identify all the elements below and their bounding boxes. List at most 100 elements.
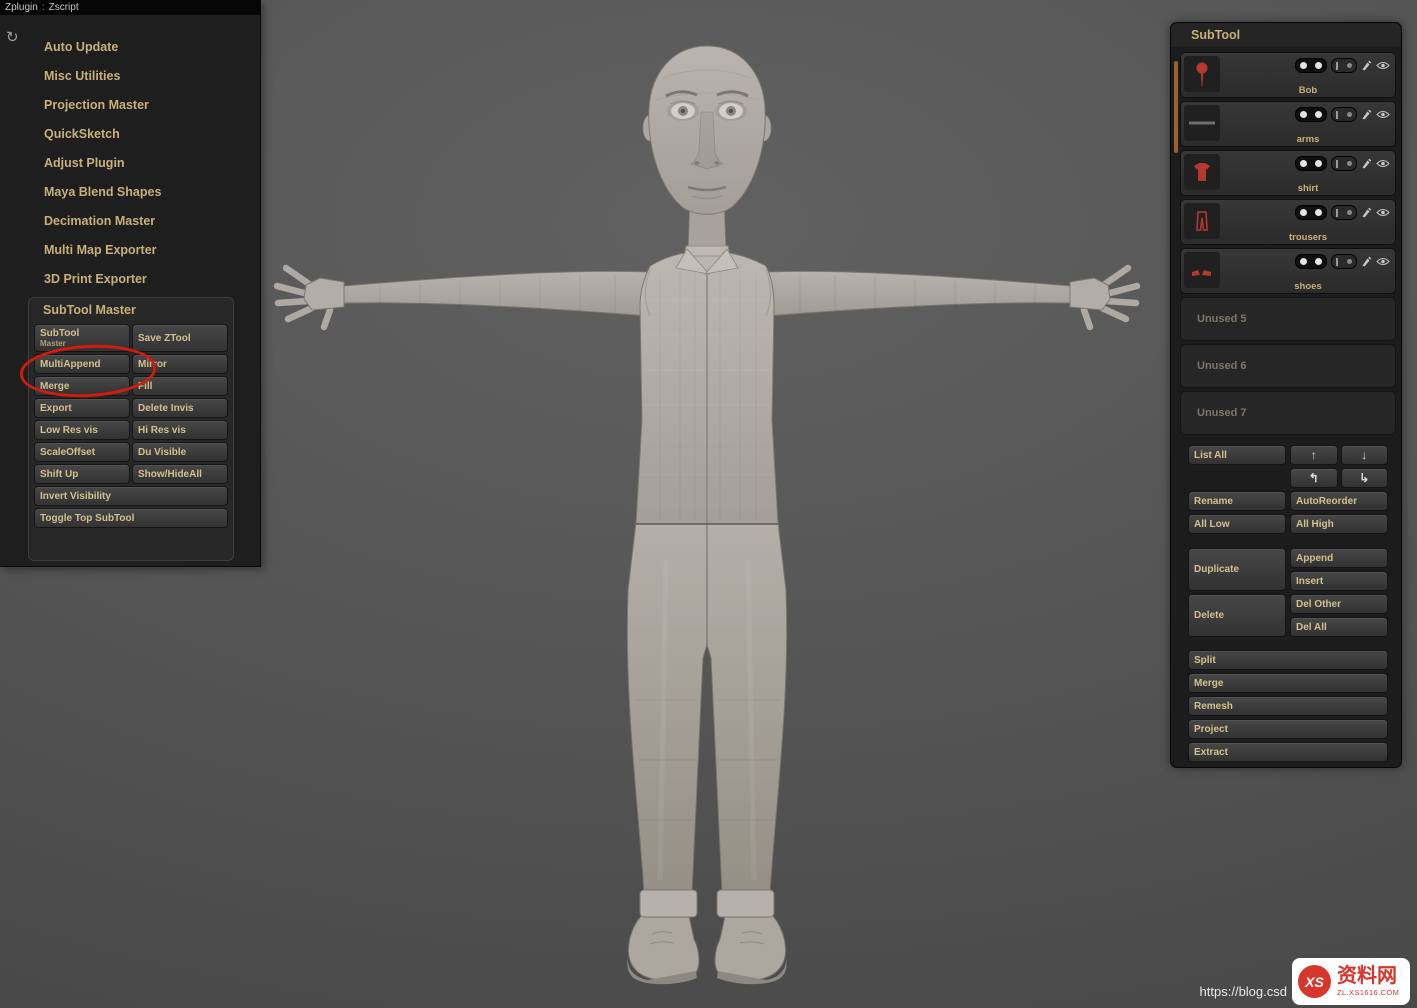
model-right-cuff <box>717 890 774 917</box>
uv-toggle[interactable] <box>1331 107 1357 122</box>
all-low-button[interactable]: All Low <box>1188 514 1286 534</box>
remesh-button[interactable]: Remesh <box>1188 696 1388 716</box>
eye-icon[interactable] <box>1376 159 1390 168</box>
subtool-palette: SubTool <box>1170 22 1402 768</box>
menu-item-3d-print-exporter[interactable]: 3D Print Exporter <box>0 265 260 294</box>
show-hide-all-button[interactable]: Show/HideAll <box>132 464 228 484</box>
polypaint-toggle[interactable] <box>1295 107 1327 122</box>
subtool-master-button[interactable]: SubTool Master <box>34 324 130 352</box>
multiappend-button[interactable]: MultiAppend <box>34 354 130 374</box>
subtool-palette-title[interactable]: SubTool <box>1171 23 1401 47</box>
del-other-button[interactable]: Del Other <box>1290 594 1388 614</box>
subtool-name: trousers <box>1221 232 1395 243</box>
invert-visibility-button[interactable]: Invert Visibility <box>34 486 228 506</box>
paint-icon[interactable] <box>1361 158 1372 169</box>
subtool-item-shoes[interactable]: shoes <box>1180 248 1396 294</box>
subtool-item-unused-6[interactable]: Unused 6 <box>1180 344 1396 388</box>
subtool-thumbnail <box>1184 154 1220 190</box>
move-bottom-button[interactable]: ↳ <box>1341 468 1389 488</box>
polypaint-toggle[interactable] <box>1295 156 1327 171</box>
pin-icon <box>1190 61 1214 87</box>
subtool-name: Bob <box>1221 85 1395 96</box>
del-all-button[interactable]: Del All <box>1290 617 1388 637</box>
menu-item-auto-update[interactable]: Auto Update <box>0 33 260 62</box>
menu-item-decimation-master[interactable]: Decimation Master <box>0 207 260 236</box>
model-right-shoe <box>715 916 787 984</box>
move-down-button[interactable]: ↓ <box>1341 445 1389 465</box>
paint-icon[interactable] <box>1361 207 1372 218</box>
merge-section-button[interactable]: Merge <box>1188 673 1388 693</box>
list-all-button[interactable]: List All <box>1188 445 1286 465</box>
rename-button[interactable]: Rename <box>1188 491 1286 511</box>
logo-domain: ZL.XS1616.COM <box>1337 989 1399 997</box>
du-visible-button[interactable]: Du Visible <box>132 442 228 462</box>
paint-icon[interactable] <box>1361 60 1372 71</box>
menu-item-subtool-master[interactable]: SubTool Master <box>29 298 233 322</box>
uv-toggle[interactable] <box>1331 205 1357 220</box>
subtool-controls <box>1295 107 1390 122</box>
uv-toggle[interactable] <box>1331 58 1357 73</box>
menu-item-projection-master[interactable]: Projection Master <box>0 91 260 120</box>
character-model <box>277 46 1137 984</box>
model-trousers <box>627 522 786 892</box>
merge-button[interactable]: Merge <box>34 376 130 396</box>
delete-invis-button[interactable]: Delete Invis <box>132 398 228 418</box>
shirt-icon <box>1190 160 1214 184</box>
paint-icon[interactable] <box>1361 109 1372 120</box>
menu-zplugin[interactable]: Zplugin <box>5 2 38 13</box>
menu-item-maya-blend-shapes[interactable]: Maya Blend Shapes <box>0 178 260 207</box>
project-button[interactable]: Project <box>1188 719 1388 739</box>
subtool-item-unused-7[interactable]: Unused 7 <box>1180 391 1396 435</box>
polypaint-toggle[interactable] <box>1295 205 1327 220</box>
append-button[interactable]: Append <box>1290 548 1388 568</box>
menu-item-misc-utilities[interactable]: Misc Utilities <box>0 62 260 91</box>
export-button[interactable]: Export <box>34 398 130 418</box>
paint-icon[interactable] <box>1361 256 1372 267</box>
shift-up-button[interactable]: Shift Up <box>34 464 130 484</box>
save-ztool-button[interactable]: Save ZTool <box>132 324 228 352</box>
move-top-button[interactable]: ↰ <box>1290 468 1338 488</box>
insert-button[interactable]: Insert <box>1290 571 1388 591</box>
delete-button[interactable]: Delete <box>1188 594 1286 637</box>
logo-text: 资料网 ZL.XS1616.COM <box>1337 966 1399 997</box>
watermark-url: https://blog.csd <box>1200 984 1287 999</box>
eye-icon[interactable] <box>1376 208 1390 217</box>
toggle-top-subtool-button[interactable]: Toggle Top SubTool <box>34 508 228 528</box>
all-high-button[interactable]: All High <box>1290 514 1388 534</box>
model-left-cuff <box>640 890 697 917</box>
autoreorder-button[interactable]: AutoReorder <box>1290 491 1388 511</box>
zbrush-window: Zplugin:Zscript ↻ Auto Update Misc Utili… <box>0 0 1417 1008</box>
low-res-vis-button[interactable]: Low Res vis <box>34 420 130 440</box>
menu-item-quicksketch[interactable]: QuickSketch <box>0 120 260 149</box>
arms-icon <box>1189 116 1215 130</box>
uv-toggle[interactable] <box>1331 254 1357 269</box>
subtool-thumbnail <box>1184 203 1220 239</box>
menu-separator: : <box>42 2 45 13</box>
spacer <box>1188 468 1286 488</box>
subtool-item-unused-5[interactable]: Unused 5 <box>1180 297 1396 341</box>
split-button[interactable]: Split <box>1188 650 1388 670</box>
eye-icon[interactable] <box>1376 61 1390 70</box>
menu-item-multi-map-exporter[interactable]: Multi Map Exporter <box>0 236 260 265</box>
polypaint-toggle[interactable] <box>1295 254 1327 269</box>
subtool-item-trousers[interactable]: trousers <box>1180 199 1396 245</box>
mirror-button[interactable]: Mirror <box>132 354 228 374</box>
subtool-item-arms[interactable]: arms <box>1180 101 1396 147</box>
subtool-item-bob[interactable]: Bob <box>1180 52 1396 98</box>
scrollbar-thumb[interactable] <box>1174 61 1178 153</box>
eye-icon[interactable] <box>1376 110 1390 119</box>
polypaint-toggle[interactable] <box>1295 58 1327 73</box>
subtool-item-shirt[interactable]: shirt <box>1180 150 1396 196</box>
eye-icon[interactable] <box>1376 257 1390 266</box>
extract-button[interactable]: Extract <box>1188 742 1388 762</box>
uv-toggle[interactable] <box>1331 156 1357 171</box>
subtool-controls <box>1295 254 1390 269</box>
scaleoffset-button[interactable]: ScaleOffset <box>34 442 130 462</box>
move-up-button[interactable]: ↑ <box>1290 445 1338 465</box>
menu-item-adjust-plugin[interactable]: Adjust Plugin <box>0 149 260 178</box>
subtool-master-button-line2: Master <box>40 339 124 349</box>
fill-button[interactable]: Fill <box>132 376 228 396</box>
menu-zscript[interactable]: Zscript <box>49 2 79 13</box>
hi-res-vis-button[interactable]: Hi Res vis <box>132 420 228 440</box>
duplicate-button[interactable]: Duplicate <box>1188 548 1286 591</box>
